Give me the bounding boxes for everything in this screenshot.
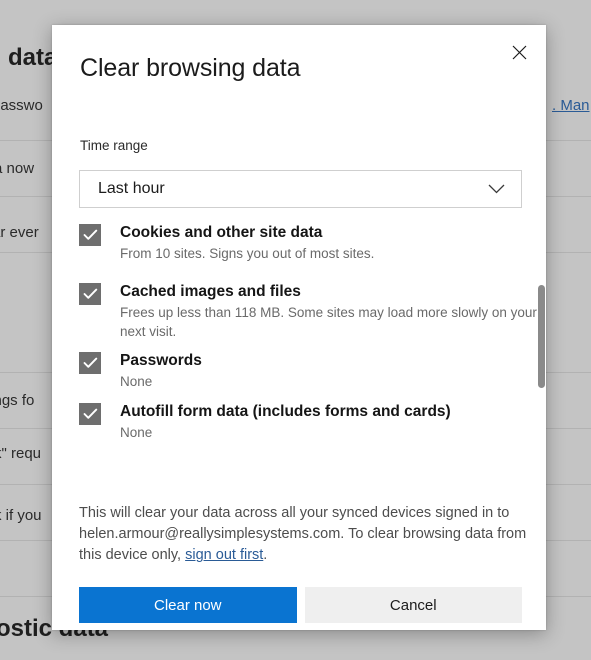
sync-notice-text: This will clear your data across all you… <box>79 505 527 564</box>
data-type-option[interactable]: Cookies and other site data From 10 sites… <box>79 223 545 264</box>
checkbox-checked-icon[interactable] <box>79 282 101 305</box>
option-title: Cookies and other site data <box>120 224 323 241</box>
checkbox-checked-icon[interactable] <box>79 402 101 425</box>
chevron-down-icon <box>488 184 521 194</box>
scrollbar-thumb[interactable] <box>538 285 545 388</box>
dialog-title: Clear browsing data <box>80 54 301 82</box>
background-text: a now <box>0 160 35 177</box>
background-text: data <box>8 44 58 71</box>
time-range-select[interactable]: Last hour <box>79 170 522 208</box>
screen: data passwo . Man a now ar ever tings fo k" re… <box>0 0 591 660</box>
background-text: . Man <box>552 97 590 114</box>
options-scrollbar[interactable] <box>538 223 545 475</box>
option-description: From 10 sites. Signs you out of most sit… <box>120 246 375 262</box>
data-type-option[interactable]: Autofill form data (includes forms and c… <box>79 402 545 443</box>
checkbox-checked-icon[interactable] <box>79 224 101 246</box>
option-description: Frees up less than 118 MB. Some sites ma… <box>120 305 537 339</box>
background-text: ar ever <box>0 224 39 241</box>
dialog-button-row: Clear now Cancel <box>79 587 522 623</box>
clear-browsing-data-dialog: Clear browsing data Time range Last hour… <box>52 25 546 630</box>
time-range-value: Last hour <box>98 180 165 197</box>
option-description: None <box>120 374 153 390</box>
background-text: passwo <box>0 97 43 114</box>
cancel-button[interactable]: Cancel <box>304 587 522 623</box>
background-text: tings fo <box>0 392 35 409</box>
checkbox-checked-icon[interactable] <box>79 351 101 374</box>
sync-notice: This will clear your data across all you… <box>79 503 527 566</box>
footer-separator <box>79 488 545 489</box>
clear-now-button[interactable]: Clear now <box>79 587 297 623</box>
option-description: None <box>120 425 153 441</box>
close-icon[interactable] <box>500 33 538 71</box>
data-type-option[interactable]: Passwords None <box>79 351 545 392</box>
time-range-label: Time range <box>80 138 148 153</box>
background-text: k if you <box>0 507 42 524</box>
data-type-option[interactable]: Cached images and files Frees up less tha… <box>79 282 545 341</box>
option-title: Autofill form data (includes forms and c… <box>120 402 451 420</box>
sync-notice-text-end: . <box>263 547 268 564</box>
data-type-options-list: Cookies and other site data From 10 sites… <box>79 223 545 475</box>
option-title: Cached images and files <box>120 282 301 300</box>
background-text: k" requ <box>0 445 42 462</box>
sign-out-first-link[interactable]: sign out first <box>185 547 263 563</box>
option-title: Passwords <box>120 351 202 369</box>
